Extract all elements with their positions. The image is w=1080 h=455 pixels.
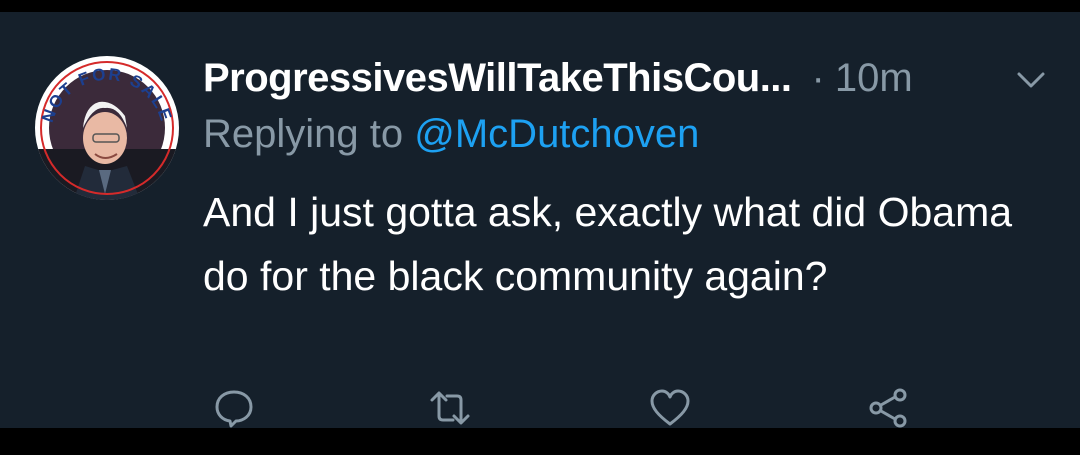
- reply-context: Replying to @McDutchoven: [203, 112, 699, 157]
- avatar-image: NOT FOR SALE: [35, 56, 179, 200]
- retweet-icon[interactable]: [428, 386, 472, 430]
- reply-handle-link[interactable]: @McDutchoven: [414, 112, 699, 156]
- display-name[interactable]: ProgressivesWillTakeThisCou...: [203, 56, 792, 101]
- reply-icon[interactable]: [212, 386, 256, 430]
- separator: ·: [811, 55, 825, 100]
- tweet-text: And I just gotta ask, exactly what did O…: [203, 189, 1013, 299]
- share-icon[interactable]: [866, 386, 910, 430]
- avatar[interactable]: NOT FOR SALE: [33, 54, 181, 202]
- tweet-header: ProgressivesWillTakeThisCou... · 10m: [203, 50, 913, 106]
- timestamp[interactable]: 10m: [835, 56, 913, 101]
- heart-icon[interactable]: [648, 386, 692, 430]
- reply-prefix: Replying to: [203, 112, 404, 156]
- chevron-down-icon[interactable]: [1010, 64, 1052, 96]
- tweet[interactable]: NOT FOR SALE ProgressivesWillTakeThisCou…: [0, 12, 1080, 428]
